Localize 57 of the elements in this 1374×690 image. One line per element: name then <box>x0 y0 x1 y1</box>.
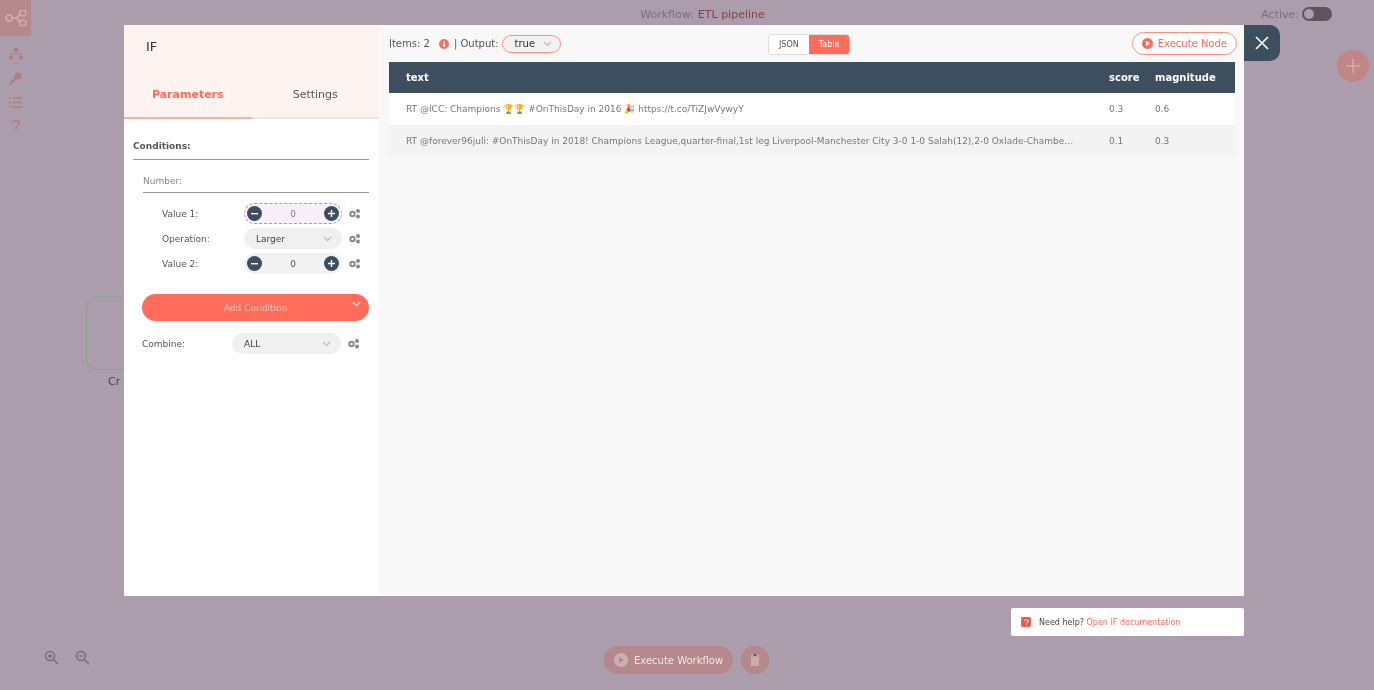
table-cell: 0.3 <box>1155 125 1235 157</box>
trash-icon <box>750 654 761 666</box>
table-cell: RT @ICC: Champions 🏆🏆 #OnThisDay in 2016 🎉 https://t.co/TiZJwVywyY <box>389 93 1109 125</box>
chevron-down-icon <box>352 301 361 307</box>
gears-icon[interactable] <box>348 258 361 269</box>
info-icon[interactable] <box>438 38 449 49</box>
table-cell: 0.1 <box>1109 125 1155 157</box>
table-cell: RT @forever96juli: #OnThisDay in 2018! Champions League,quarter-final,1st leg Liverpool-Manchester City 3-0 1-0 Salah(12),2-0 Oxlade-Chambe… <box>389 125 1109 157</box>
add-node-button[interactable] <box>1337 50 1369 82</box>
plus-icon[interactable] <box>324 206 339 221</box>
number-field[interactable]: 0 <box>244 253 342 274</box>
operation-select[interactable]: Larger <box>244 228 342 249</box>
combine-select[interactable]: ALL <box>232 333 341 354</box>
output-label: | Output: <box>453 38 499 49</box>
field-label: Operation: <box>162 233 211 244</box>
items-count: Items: 2 <box>389 38 430 49</box>
documentation-link[interactable]: Open IF documentation <box>1086 617 1181 627</box>
zoom-out-icon[interactable] <box>75 650 90 665</box>
view-toggle[interactable]: Table <box>808 35 850 54</box>
help-text: Need help? Open IF documentation <box>1039 617 1181 627</box>
column-header: magnitude <box>1155 62 1235 93</box>
play-icon <box>1141 38 1153 49</box>
gears-icon[interactable] <box>347 338 360 349</box>
logo-icon[interactable] <box>0 0 31 36</box>
minus-icon[interactable] <box>247 256 262 271</box>
question-icon <box>1021 617 1031 627</box>
gears-icon[interactable] <box>348 233 361 244</box>
column-header: text <box>389 62 1109 93</box>
dialog-title: IF <box>145 39 159 56</box>
delete-button[interactable] <box>741 646 770 674</box>
gears-icon[interactable] <box>348 208 361 219</box>
field-label: Combine: <box>142 338 187 349</box>
field-label: Value 2: <box>162 258 200 269</box>
minus-icon[interactable] <box>247 206 262 221</box>
node-label: Cr <box>108 375 121 388</box>
execute-workflow-button[interactable]: Execute Workflow <box>604 646 734 674</box>
zoom-in-icon[interactable] <box>44 650 59 665</box>
plus-icon[interactable] <box>324 256 339 271</box>
group-label: Number: <box>143 170 369 193</box>
number-field[interactable]: 0 <box>244 203 342 224</box>
close-icon <box>1255 36 1269 50</box>
chevron-down-icon <box>323 235 332 242</box>
view-toggle[interactable]: JSON <box>769 35 809 54</box>
output-select[interactable]: true <box>501 34 562 53</box>
chevron-down-icon <box>543 40 553 47</box>
table-cell: 0.6 <box>1155 93 1235 125</box>
active-toggle[interactable] <box>1302 7 1332 21</box>
column-header: score <box>1109 62 1155 93</box>
field-label: Value 1: <box>162 208 200 219</box>
tab[interactable]: Parameters <box>124 71 252 119</box>
play-icon <box>614 653 628 667</box>
close-button[interactable] <box>1244 25 1280 61</box>
section-label: Conditions: <box>133 141 369 160</box>
chevron-down-icon <box>322 340 331 347</box>
execute-node-button[interactable]: Execute Node <box>1131 32 1237 55</box>
plus-icon <box>1345 58 1361 74</box>
table-cell: 0.3 <box>1109 93 1155 125</box>
